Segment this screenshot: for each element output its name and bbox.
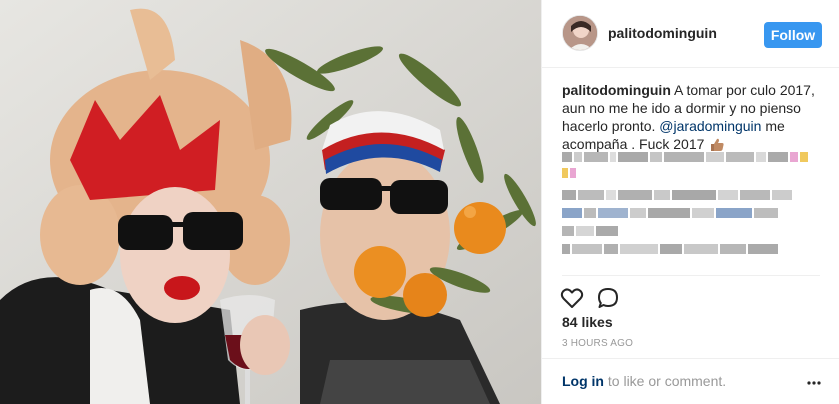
caption-username[interactable]: palitodominguin [562,82,671,98]
heart-outline-icon[interactable] [560,286,584,310]
blurred-comment-line [562,152,808,162]
follow-button[interactable]: Follow [764,22,822,48]
post-photo[interactable] [0,0,541,404]
login-prompt: Log in to like or comment. [562,373,726,389]
login-prompt-text: to like or comment. [604,373,727,389]
more-dots-icon[interactable] [806,375,822,391]
caption-mention[interactable]: @jaradominguin [659,118,761,134]
comment-footer: Log in to like or comment. [542,358,839,404]
post-header: palitodominguin Follow [542,0,839,68]
post-timestamp[interactable]: 3 HOURS AGO [562,338,633,349]
section-divider [562,275,820,276]
blurred-comment-line [562,226,618,236]
comment-bubble-icon[interactable] [596,286,620,310]
blurred-comment-line [562,168,576,178]
post-caption: palitodominguin A tomar por culo 2017, a… [562,81,824,153]
avatar[interactable] [562,15,598,51]
thumbs-up-icon [710,137,724,151]
blurred-comment-line [562,190,792,200]
post-sidebar: palitodominguin Follow palitodominguin A… [541,0,839,404]
login-link[interactable]: Log in [562,373,604,389]
likes-count[interactable]: 84 likes [562,314,613,330]
profile-username[interactable]: palitodominguin [608,25,717,41]
blurred-comment-line [562,244,778,254]
blurred-comment-line [562,208,778,218]
